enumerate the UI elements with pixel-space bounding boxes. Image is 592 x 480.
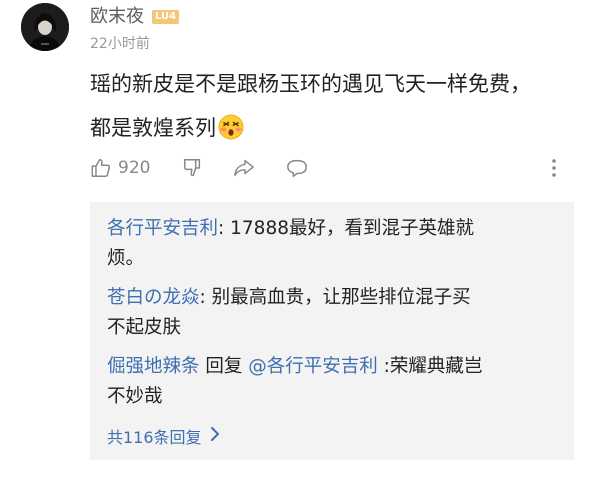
comment-text-segment: 都是敦煌系列 xyxy=(90,116,216,140)
username[interactable]: 欧末夜 xyxy=(90,6,144,27)
share-button[interactable] xyxy=(232,152,256,184)
like-count: 920 xyxy=(118,158,151,178)
reply-text: 荣耀典藏岂 xyxy=(389,356,483,377)
username-row: 欧末夜 LU4 xyxy=(90,2,180,28)
reply-separator: : xyxy=(199,287,212,308)
reply-author[interactable]: 苍白の龙焱 xyxy=(107,287,200,308)
reply-author[interactable]: 倔强地辣条 xyxy=(107,356,200,377)
timestamp: 22小时前 xyxy=(90,36,150,52)
avatar-image xyxy=(21,3,69,51)
reply-item[interactable]: 苍白の龙焱: 别最高血贵，让那些排位混子买 不起皮肤 xyxy=(107,283,547,343)
more-options-button[interactable] xyxy=(550,152,558,184)
view-all-replies-link[interactable]: 共116条回复 xyxy=(107,424,220,448)
more-vertical-icon xyxy=(550,157,558,179)
level-badge: LU4 xyxy=(152,10,180,24)
share-icon xyxy=(232,157,256,179)
reply-word: 回复 xyxy=(199,356,249,377)
reply-line: 苍白の龙焱: 别最高血贵，让那些排位混子买 xyxy=(107,283,547,313)
thumbs-down-icon xyxy=(181,157,203,179)
chevron-right-icon xyxy=(202,426,220,446)
reply-separator: : xyxy=(377,356,390,377)
reply-item[interactable]: 各行平安吉利: 17888最好，看到混子英雄就 烦。 xyxy=(107,214,547,274)
comment-icon xyxy=(285,157,309,179)
reply-text: 不起皮肤 xyxy=(107,317,182,338)
thumbs-up-icon xyxy=(90,157,112,179)
like-button[interactable]: 920 xyxy=(90,152,150,184)
reply-text: 不妙哉 xyxy=(107,386,163,407)
reply-target-mention[interactable]: @各行平安吉利 xyxy=(248,356,378,377)
action-bar: 920 xyxy=(90,152,570,184)
comment-button[interactable] xyxy=(285,152,309,184)
reply-text: 17888最好，看到混子英雄就 xyxy=(230,218,474,239)
comment-text-line: 都是敦煌系列 xyxy=(90,106,570,155)
comment-body: 瑶的新皮是不是跟杨玉环的遇见飞天一样免费， 都是敦煌系列 xyxy=(90,62,570,155)
view-all-replies-label: 共116条回复 xyxy=(107,428,202,447)
astonished-face-emoji-icon xyxy=(218,111,244,155)
reply-text: 别最高血贵，让那些排位混子买 xyxy=(211,287,471,308)
reply-line: 倔强地辣条 回复 @各行平安吉利 :荣耀典藏岂 xyxy=(107,352,547,382)
reply-item[interactable]: 倔强地辣条 回复 @各行平安吉利 :荣耀典藏岂 不妙哉 xyxy=(107,352,547,412)
reply-author[interactable]: 各行平安吉利 xyxy=(107,218,218,239)
dislike-button[interactable] xyxy=(181,152,203,184)
avatar[interactable] xyxy=(21,3,69,51)
replies-panel: 各行平安吉利: 17888最好，看到混子英雄就 烦。 苍白の龙焱: 别最高血贵，… xyxy=(90,202,574,460)
reply-line: 各行平安吉利: 17888最好，看到混子英雄就 xyxy=(107,214,547,244)
comment-text-line: 瑶的新皮是不是跟杨玉环的遇见飞天一样免费， xyxy=(90,72,531,96)
reply-text: 烦。 xyxy=(107,248,145,269)
reply-separator: : xyxy=(218,218,231,239)
